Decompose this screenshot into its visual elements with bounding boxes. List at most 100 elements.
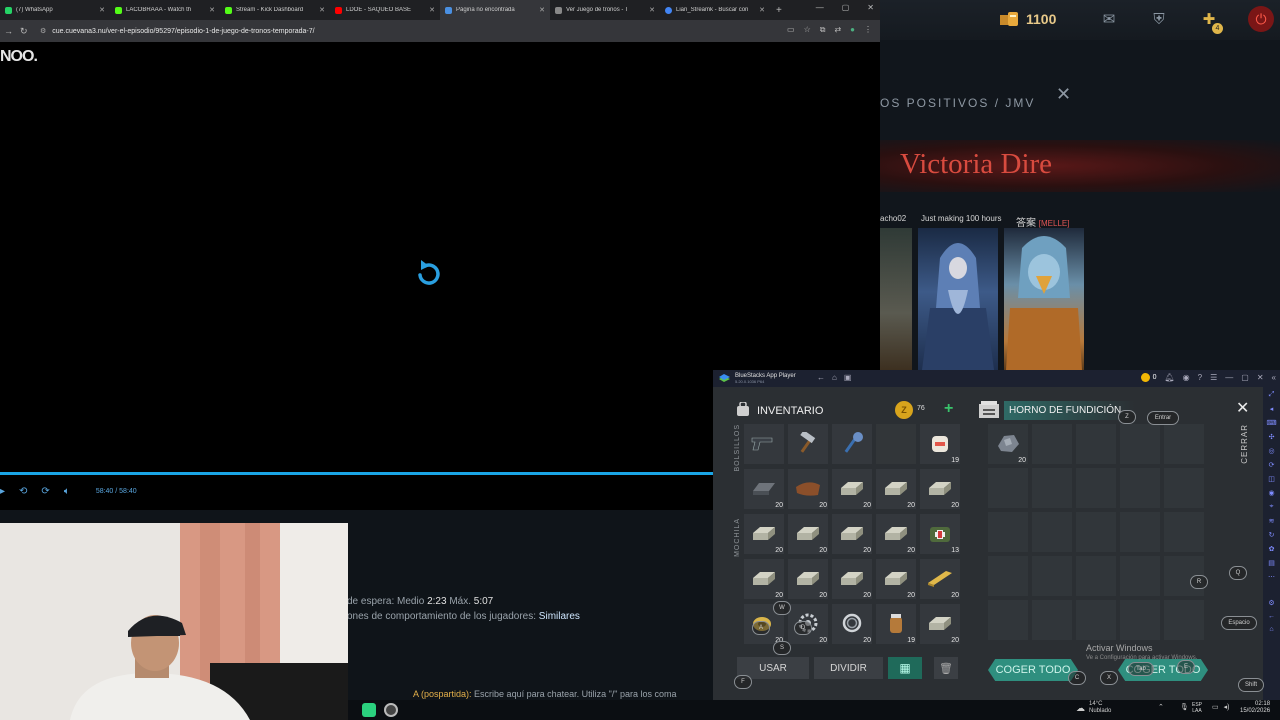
furnace-slot[interactable] [1076,600,1116,640]
help-icon[interactable]: ? [1198,373,1202,382]
furnace-slot[interactable] [1076,468,1116,508]
key-hint-r[interactable]: R [1190,575,1208,589]
furnace-slot[interactable] [1164,468,1204,508]
key-hint-c[interactable]: C [1068,671,1086,685]
folder-icon[interactable]: ▤ [1268,559,1275,567]
notification-icon[interactable]: 🔔︎ [1165,373,1175,382]
furnace-slot[interactable] [988,600,1028,640]
furnace-slot[interactable] [1164,424,1204,464]
furnace-slot[interactable] [1032,424,1072,464]
tab-lian-streamk[interactable]: Lian_Streamk - Buscar con ✕ [660,0,770,20]
key-hint-q[interactable]: Q [1229,566,1247,580]
furnace-slot[interactable] [1120,556,1160,596]
back-icon[interactable]: ← [817,373,825,382]
furnace-slot[interactable] [1032,556,1072,596]
more-icon[interactable]: ⋯ [1268,573,1275,581]
inventory-slot[interactable]: 20 [788,559,828,599]
key-hint-w[interactable]: W [773,601,791,615]
furnace-slot[interactable] [988,556,1028,596]
chevron-up-icon[interactable]: ⌃ [1158,703,1164,711]
inventory-slot[interactable]: 20 [744,469,784,509]
menu-icon[interactable]: ⋮ [864,25,872,35]
inventory-slot[interactable]: 20 [920,469,960,509]
inventory-slot[interactable]: 20 [788,469,828,509]
site-info-icon[interactable]: ⚙ [40,27,46,35]
close-icon[interactable]: ✕ [209,6,215,14]
inventory-slot[interactable]: 20 [920,604,960,644]
tab-juego-de-tronos[interactable]: Ver Juego de tronos - T ✕ [550,0,660,20]
close-window-icon[interactable]: ✕ [867,3,874,12]
tab-kick-dashboard[interactable]: Stream - Kick Dashboard ✕ [220,0,330,20]
bookmark-star-icon[interactable]: ☆ [804,25,811,35]
collapse-icon[interactable]: « [1272,373,1276,382]
shake-icon[interactable]: ≋ [1269,517,1275,525]
plus-badge-icon[interactable]: ✚ 4 [1198,8,1223,34]
inventory-slot[interactable]: 20 [832,604,872,644]
inventory-slot[interactable]: 20 [876,559,916,599]
inventory-slot[interactable]: 20 [876,514,916,554]
weather-widget[interactable]: ☁ 14°C Nublado [1076,701,1111,715]
inventory-slot[interactable]: 20 [788,514,828,554]
inventory-slot[interactable]: 20 [832,514,872,554]
sort-icon[interactable]: ▦ [888,657,922,679]
home-icon[interactable]: ⌂ [1269,626,1273,633]
key-hint-space[interactable]: Espacio [1221,616,1257,630]
record-icon[interactable]: ◉ [1268,489,1274,497]
inventory-slot[interactable]: 13 [920,514,960,554]
fullscreen-icon[interactable]: ⤢ [1269,391,1275,399]
forward-icon[interactable]: → [4,26,16,36]
furnace-slot[interactable] [1032,600,1072,640]
inventory-slot[interactable]: 19 [920,424,960,464]
translate-icon[interactable]: ⇄ [834,25,841,35]
volume-icon[interactable]: ◂ [1270,405,1274,413]
profile-icon[interactable]: ● [850,25,855,35]
close-icon[interactable]: ✕ [1236,398,1249,418]
screenshot-icon[interactable]: ◫ [1268,475,1275,483]
furnace-slot[interactable] [1076,512,1116,552]
trash-icon[interactable]: 🗑︎ [934,657,958,679]
url-field[interactable]: ⚙ cue.cuevana3.nu/ver-el-episodio/95297/… [40,27,315,36]
sync-icon[interactable]: ⟳ [1269,461,1275,469]
extensions-icon[interactable]: ⧉ [820,25,826,35]
play-icon[interactable]: ▸ [0,486,5,497]
key-hint-shift[interactable]: Shift [1238,678,1264,692]
account-icon[interactable]: ◉ [1183,373,1190,382]
furnace-slot[interactable] [988,512,1028,552]
inventory-slot[interactable]: 20 [920,559,960,599]
split-button[interactable]: DIVIDIR [814,657,883,679]
inventory-slot[interactable] [788,424,828,464]
cast-icon[interactable]: ▭ [787,25,795,35]
key-hint-z[interactable]: Z [1118,410,1136,424]
minimize-icon[interactable]: — [816,3,824,12]
key-hint-f[interactable]: F [734,675,752,689]
eco-icon[interactable]: ✿ [1269,545,1275,553]
inventory-slot[interactable]: 20 [744,514,784,554]
rotate-icon[interactable]: ↻ [1269,531,1275,539]
new-tab-button[interactable]: + [770,5,788,16]
settings-icon[interactable]: ⚙ [1268,599,1274,607]
language-indicator[interactable]: ESP LAA [1192,702,1202,714]
armory-icon[interactable]: ⛨ [1148,8,1170,30]
furnace-slot[interactable]: 20 [988,424,1028,464]
key-hint-e[interactable]: E [1177,660,1195,674]
close-icon[interactable]: ✕ [1056,84,1071,105]
key-hint-s[interactable]: S [773,641,791,655]
clock[interactable]: 02:18 15/02/2026 [1240,701,1270,715]
tab-whatsapp[interactable]: (7) WhatsApp ✕ [0,0,110,20]
furnace-slot[interactable] [1032,468,1072,508]
key-hint-tab[interactable]: Tab [1128,662,1154,676]
mail-icon[interactable]: ✉ [1098,8,1120,30]
inventory-slot[interactable] [832,424,872,464]
home-icon[interactable]: ⌂ [832,373,837,382]
close-icon[interactable]: ✕ [99,6,105,14]
hero-portrait[interactable] [918,228,998,370]
tab-lacobraaa[interactable]: LACOBRAAA - Watch th ✕ [110,0,220,20]
rewind-10-icon[interactable]: ⟲ [19,486,27,497]
furnace-slot[interactable] [1076,424,1116,464]
similar-link[interactable]: Similares [539,611,580,622]
recent-apps-icon[interactable]: ▣ [844,373,852,382]
hero-portrait[interactable] [1004,228,1084,370]
inventory-slot[interactable]: 20 [876,469,916,509]
chat-input[interactable]: A (posparti­da): Escribe aquí para chate… [413,689,677,699]
key-hint-a[interactable]: A [752,621,770,635]
